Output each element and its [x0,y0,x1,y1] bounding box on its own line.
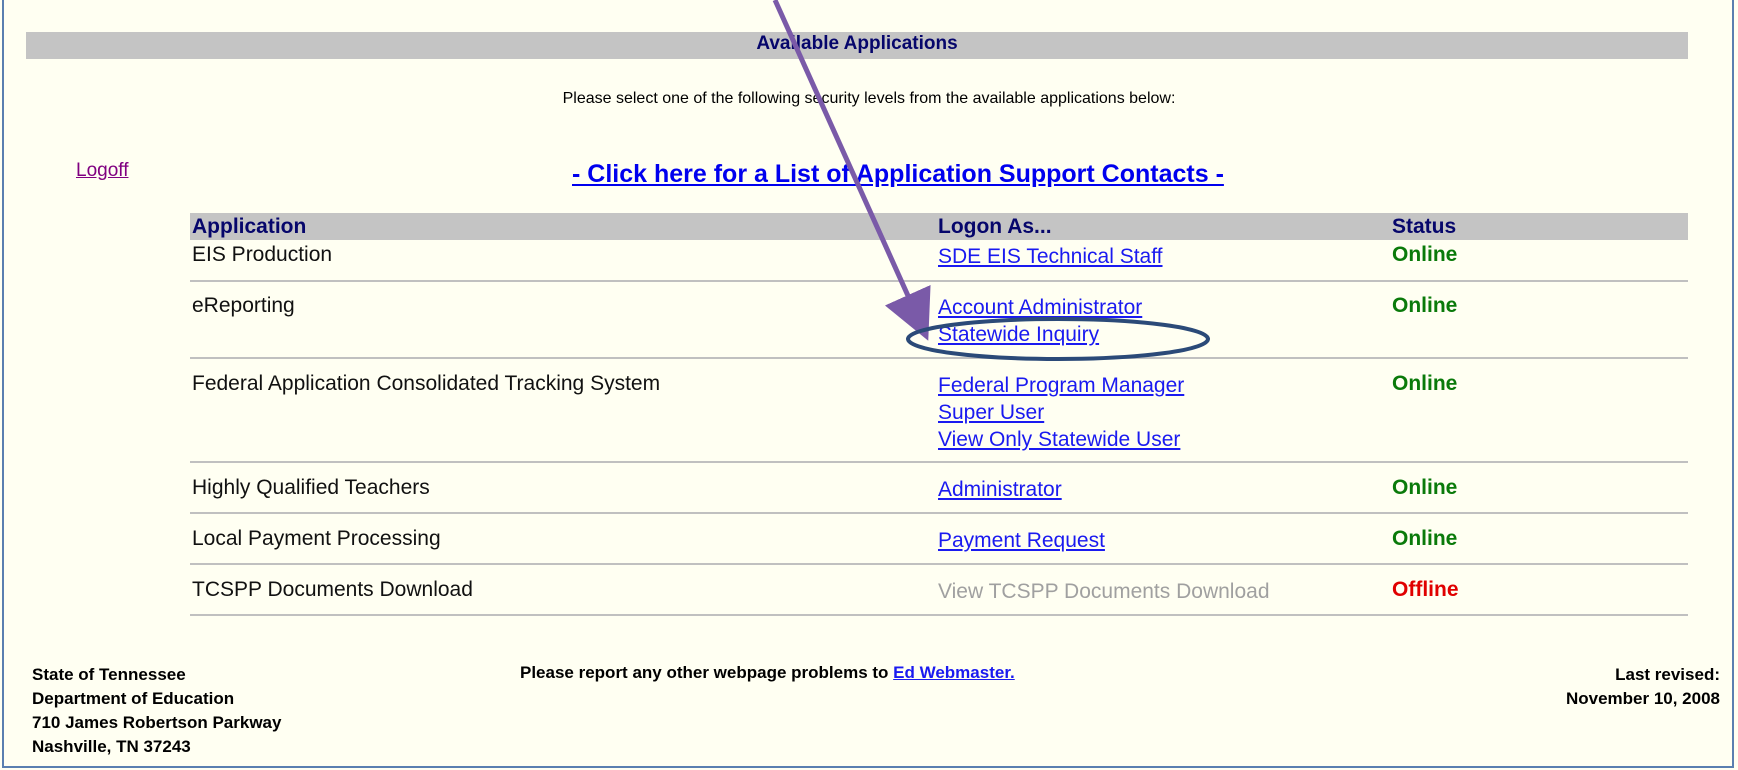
footer-report: Please report any other webpage problems… [520,663,1015,683]
logon-link-sde-eis-technical-staff[interactable]: SDE EIS Technical Staff [938,243,1163,270]
column-header-status: Status [1392,215,1457,238]
logon-links: SDE EIS Technical Staff [938,243,1163,270]
status-badge: Online [1392,294,1458,317]
footer-address: State of Tennessee Department of Educati… [32,663,281,759]
status-badge: Online [1392,476,1458,499]
application-name: Highly Qualified Teachers [192,476,430,499]
logon-link-federal-program-manager[interactable]: Federal Program Manager [938,372,1184,399]
address-line: State of Tennessee [32,665,186,684]
logon-link-account-administrator[interactable]: Account Administrator [938,294,1142,321]
report-text: Please report any other webpage problems… [520,663,894,682]
logon-link-statewide-inquiry[interactable]: Statewide Inquiry [938,321,1142,348]
status-badge: Offline [1392,578,1459,601]
address-line: Nashville, TN 37243 [32,737,191,756]
row-divider [190,512,1688,514]
address-line: Department of Education [32,689,235,708]
logon-link-super-user[interactable]: Super User [938,399,1184,426]
column-header-application: Application [192,215,307,238]
revised-date: November 10, 2008 [1565,689,1720,708]
logon-link-view-tcspp-documents-download: View TCSPP Documents Download [938,580,1270,603]
page-title: Available Applications [756,33,958,54]
logon-link-administrator[interactable]: Administrator [938,476,1062,503]
revised-label: Last revised: [1615,665,1720,684]
row-divider [190,563,1688,565]
application-name: Federal Application Consolidated Trackin… [192,372,661,395]
row-divider [190,461,1688,463]
logon-links: Account Administrator Statewide Inquiry [938,294,1142,348]
logon-links: Federal Program Manager Super User View … [938,372,1184,453]
application-name: TCSPP Documents Download [192,578,473,601]
row-divider [190,280,1688,282]
instructions-text: Please select one of the following secur… [562,90,1176,107]
logon-links: View TCSPP Documents Download [938,578,1270,605]
logon-link-payment-request[interactable]: Payment Request [938,527,1105,554]
footer-revised: Last revised: November 10, 2008 [1566,663,1720,711]
address-line: 710 James Robertson Parkway [32,713,282,732]
row-divider [190,614,1688,616]
status-badge: Online [1392,527,1458,550]
application-name: Local Payment Processing [192,527,441,550]
ed-webmaster-link[interactable]: Ed Webmaster. [893,663,1015,682]
logoff-link[interactable]: Logoff [76,160,128,182]
logon-link-view-only-statewide-user[interactable]: View Only Statewide User [938,426,1184,453]
application-name: eReporting [192,294,295,317]
application-name: EIS Production [192,243,333,266]
status-badge: Online [1392,243,1458,266]
logon-links: Payment Request [938,527,1105,554]
status-badge: Online [1392,372,1458,395]
logon-links: Administrator [938,476,1062,503]
support-contacts-link[interactable]: - Click here for a List of Application S… [572,160,1224,189]
row-divider [190,357,1688,359]
column-header-logon-as: Logon As... [938,215,1052,238]
